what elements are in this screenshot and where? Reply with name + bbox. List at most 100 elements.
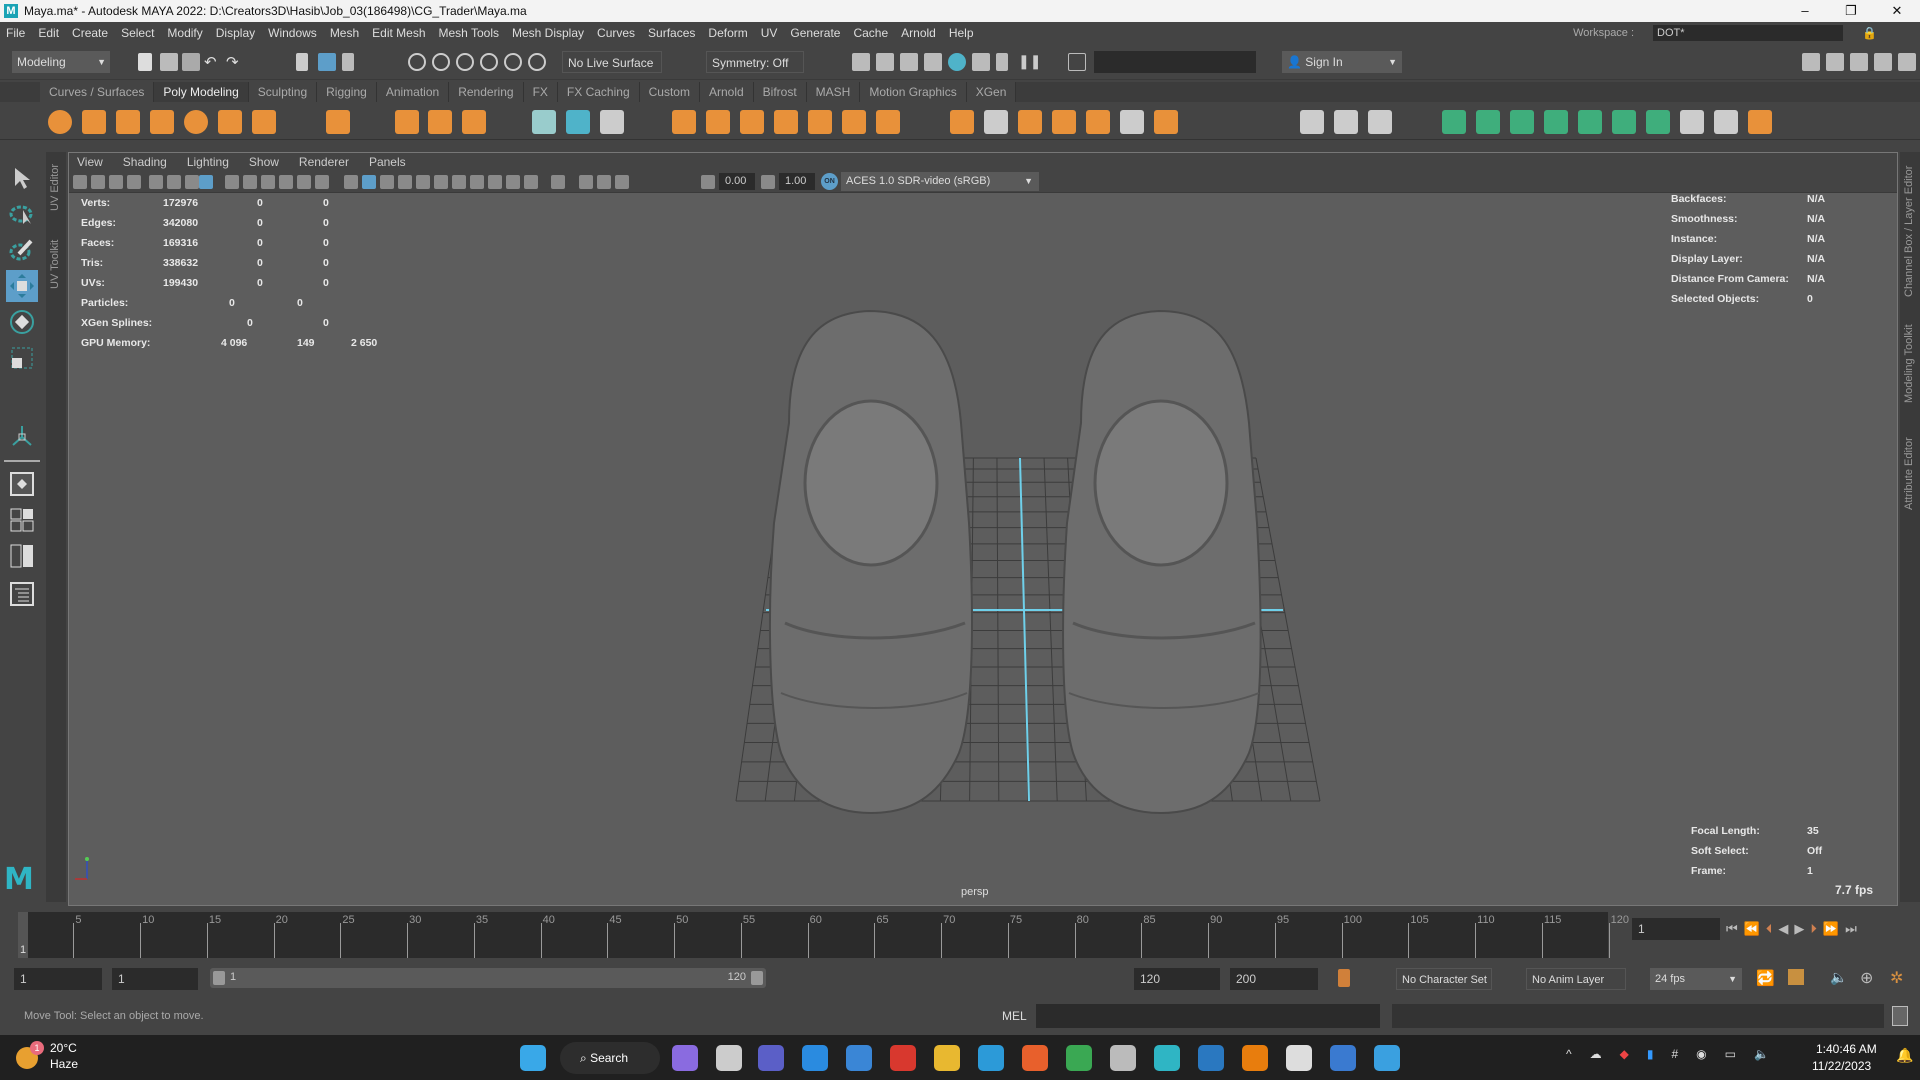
type-tool-icon[interactable] — [428, 110, 452, 134]
live-surface-field[interactable]: No Live Surface — [562, 51, 662, 73]
attribute-editor-tab[interactable]: Attribute Editor — [1903, 424, 1915, 524]
show-manipulator-icon[interactable] — [6, 420, 38, 452]
menu-surfaces[interactable]: Surfaces — [648, 26, 695, 40]
uv-editor-tab[interactable]: UV Editor — [49, 156, 61, 218]
snap-view-plane-icon[interactable] — [504, 53, 522, 71]
fill-hole-icon[interactable] — [1018, 110, 1042, 134]
film-gate-icon[interactable] — [225, 175, 239, 189]
exposure-field[interactable]: 0.00 — [719, 173, 755, 190]
smooth-shade-all-icon[interactable] — [362, 175, 376, 189]
circularize-icon[interactable] — [1154, 110, 1178, 134]
uv-sew-icon[interactable] — [1680, 110, 1704, 134]
shelf-tab-fx-caching[interactable]: FX Caching — [557, 82, 640, 102]
tray-pen-icon[interactable]: ▮ — [1647, 1047, 1654, 1061]
menu-edit[interactable]: Edit — [38, 26, 59, 40]
step-back-frame-icon[interactable]: ⏪ — [1744, 921, 1760, 937]
discord-icon[interactable]: ◉ — [1696, 1047, 1706, 1061]
mirror-geo-icon[interactable] — [984, 110, 1008, 134]
animation-end-field[interactable]: 200 — [1230, 968, 1318, 990]
menu-uv[interactable]: UV — [761, 26, 778, 40]
target-weld-icon[interactable] — [1120, 110, 1144, 134]
anim-preferences-icon[interactable]: ⊕ — [1860, 968, 1873, 988]
quick-input-field[interactable] — [1094, 51, 1256, 73]
close-button[interactable]: ✕ — [1874, 0, 1920, 22]
xray-joints-icon[interactable] — [416, 175, 430, 189]
menu-help[interactable]: Help — [949, 26, 974, 40]
uv-cut-icon[interactable] — [1646, 110, 1670, 134]
panel-menu-lighting[interactable]: Lighting — [187, 155, 229, 169]
range-start-handle[interactable] — [213, 971, 225, 985]
cache-playback-icon[interactable] — [1788, 969, 1804, 985]
uv-layout-icon[interactable] — [1612, 110, 1636, 134]
menu-mesh-display[interactable]: Mesh Display — [512, 26, 584, 40]
modeling-toolkit-toggle-icon[interactable] — [1802, 53, 1820, 71]
snap-grid-icon[interactable] — [408, 53, 426, 71]
menu-arnold[interactable]: Arnold — [901, 26, 936, 40]
light-editor-icon[interactable] — [996, 53, 1008, 71]
store-taskbar-icon[interactable] — [846, 1045, 872, 1071]
menu-cache[interactable]: Cache — [853, 26, 888, 40]
camera-lock-icon[interactable] — [91, 175, 105, 189]
paint-select-tool-icon[interactable] — [6, 234, 38, 266]
rotate-tool-icon[interactable] — [6, 306, 38, 338]
separate-icon[interactable] — [706, 110, 730, 134]
select-hierarchy-icon[interactable] — [296, 53, 308, 71]
mirror-icon[interactable] — [600, 110, 624, 134]
shadows-icon[interactable] — [452, 175, 466, 189]
blender-taskbar-icon[interactable] — [1242, 1045, 1268, 1071]
uv-editor-icon[interactable] — [1748, 110, 1772, 134]
playback-end-field[interactable]: 120 — [1134, 968, 1220, 990]
shelf-tab-rendering[interactable]: Rendering — [449, 82, 524, 102]
mail-taskbar-icon[interactable] — [802, 1045, 828, 1071]
render-settings-icon[interactable] — [852, 53, 870, 71]
2d-pan-zoom-icon[interactable] — [167, 175, 181, 189]
task-view-taskbar-icon[interactable] — [716, 1045, 742, 1071]
poly-torus-icon[interactable] — [184, 110, 208, 134]
make-live-icon[interactable] — [528, 53, 546, 71]
weather-temperature[interactable]: 20°C — [50, 1041, 77, 1055]
save-scene-icon[interactable] — [182, 53, 200, 71]
weather-condition[interactable]: Haze — [50, 1057, 78, 1071]
exposure-icon[interactable] — [701, 175, 715, 189]
menu-file[interactable]: File — [6, 26, 25, 40]
shelf-tab-mash[interactable]: MASH — [806, 82, 861, 102]
input-line-mode-icon[interactable] — [1068, 53, 1086, 71]
panel-menu-show[interactable]: Show — [249, 155, 279, 169]
wireframe-on-shaded-icon[interactable] — [380, 175, 394, 189]
chrome-taskbar-icon[interactable] — [1066, 1045, 1092, 1071]
hypershade-icon[interactable] — [948, 53, 966, 71]
image-plane-icon[interactable] — [149, 175, 163, 189]
uv-spherical-icon[interactable] — [1510, 110, 1534, 134]
volume-icon[interactable]: 🔈 — [1754, 1047, 1769, 1061]
merge-icon[interactable] — [1086, 110, 1110, 134]
step-back-key-icon[interactable]: ⏴ — [1766, 921, 1773, 937]
shelf-tab-motion-graphics[interactable]: Motion Graphics — [860, 82, 967, 102]
cinema-app-taskbar-icon[interactable] — [1286, 1045, 1312, 1071]
insert-edge-loop-icon[interactable] — [1334, 110, 1358, 134]
shelf-tab-fx[interactable]: FX — [523, 82, 558, 102]
command-input[interactable] — [1036, 1004, 1380, 1028]
edge-taskbar-icon[interactable] — [978, 1045, 1004, 1071]
shelf-tab-custom[interactable]: Custom — [639, 82, 700, 102]
menu-generate[interactable]: Generate — [790, 26, 840, 40]
file-explorer-taskbar-icon[interactable] — [934, 1045, 960, 1071]
xray-active-icon[interactable] — [579, 175, 593, 189]
bool-icon[interactable] — [950, 110, 974, 134]
screen-space-ao-icon[interactable] — [470, 175, 484, 189]
shelf-tab-bifrost[interactable]: Bifrost — [753, 82, 807, 102]
menu-select[interactable]: Select — [121, 26, 154, 40]
outliner-layout-icon[interactable] — [6, 578, 38, 610]
outliner-toggle-icon[interactable] — [1898, 53, 1916, 71]
loop-icon[interactable]: 🔁 — [1756, 969, 1775, 987]
single-perspective-layout-icon[interactable] — [6, 468, 38, 500]
poly-cone-icon[interactable] — [150, 110, 174, 134]
playback-start-field[interactable]: 1 — [112, 968, 198, 990]
maximize-button[interactable]: ❐ — [1828, 0, 1874, 22]
clock-time[interactable]: 1:40:46 AM — [1816, 1042, 1877, 1056]
symmetry-dropdown[interactable]: Symmetry: Off — [706, 51, 804, 73]
four-view-layout-icon[interactable] — [6, 504, 38, 536]
tray-app-icon[interactable]: ◆ — [1620, 1047, 1629, 1061]
move-tool-icon[interactable] — [6, 270, 38, 302]
panel-menu-renderer[interactable]: Renderer — [299, 155, 349, 169]
gamma-icon[interactable] — [761, 175, 775, 189]
